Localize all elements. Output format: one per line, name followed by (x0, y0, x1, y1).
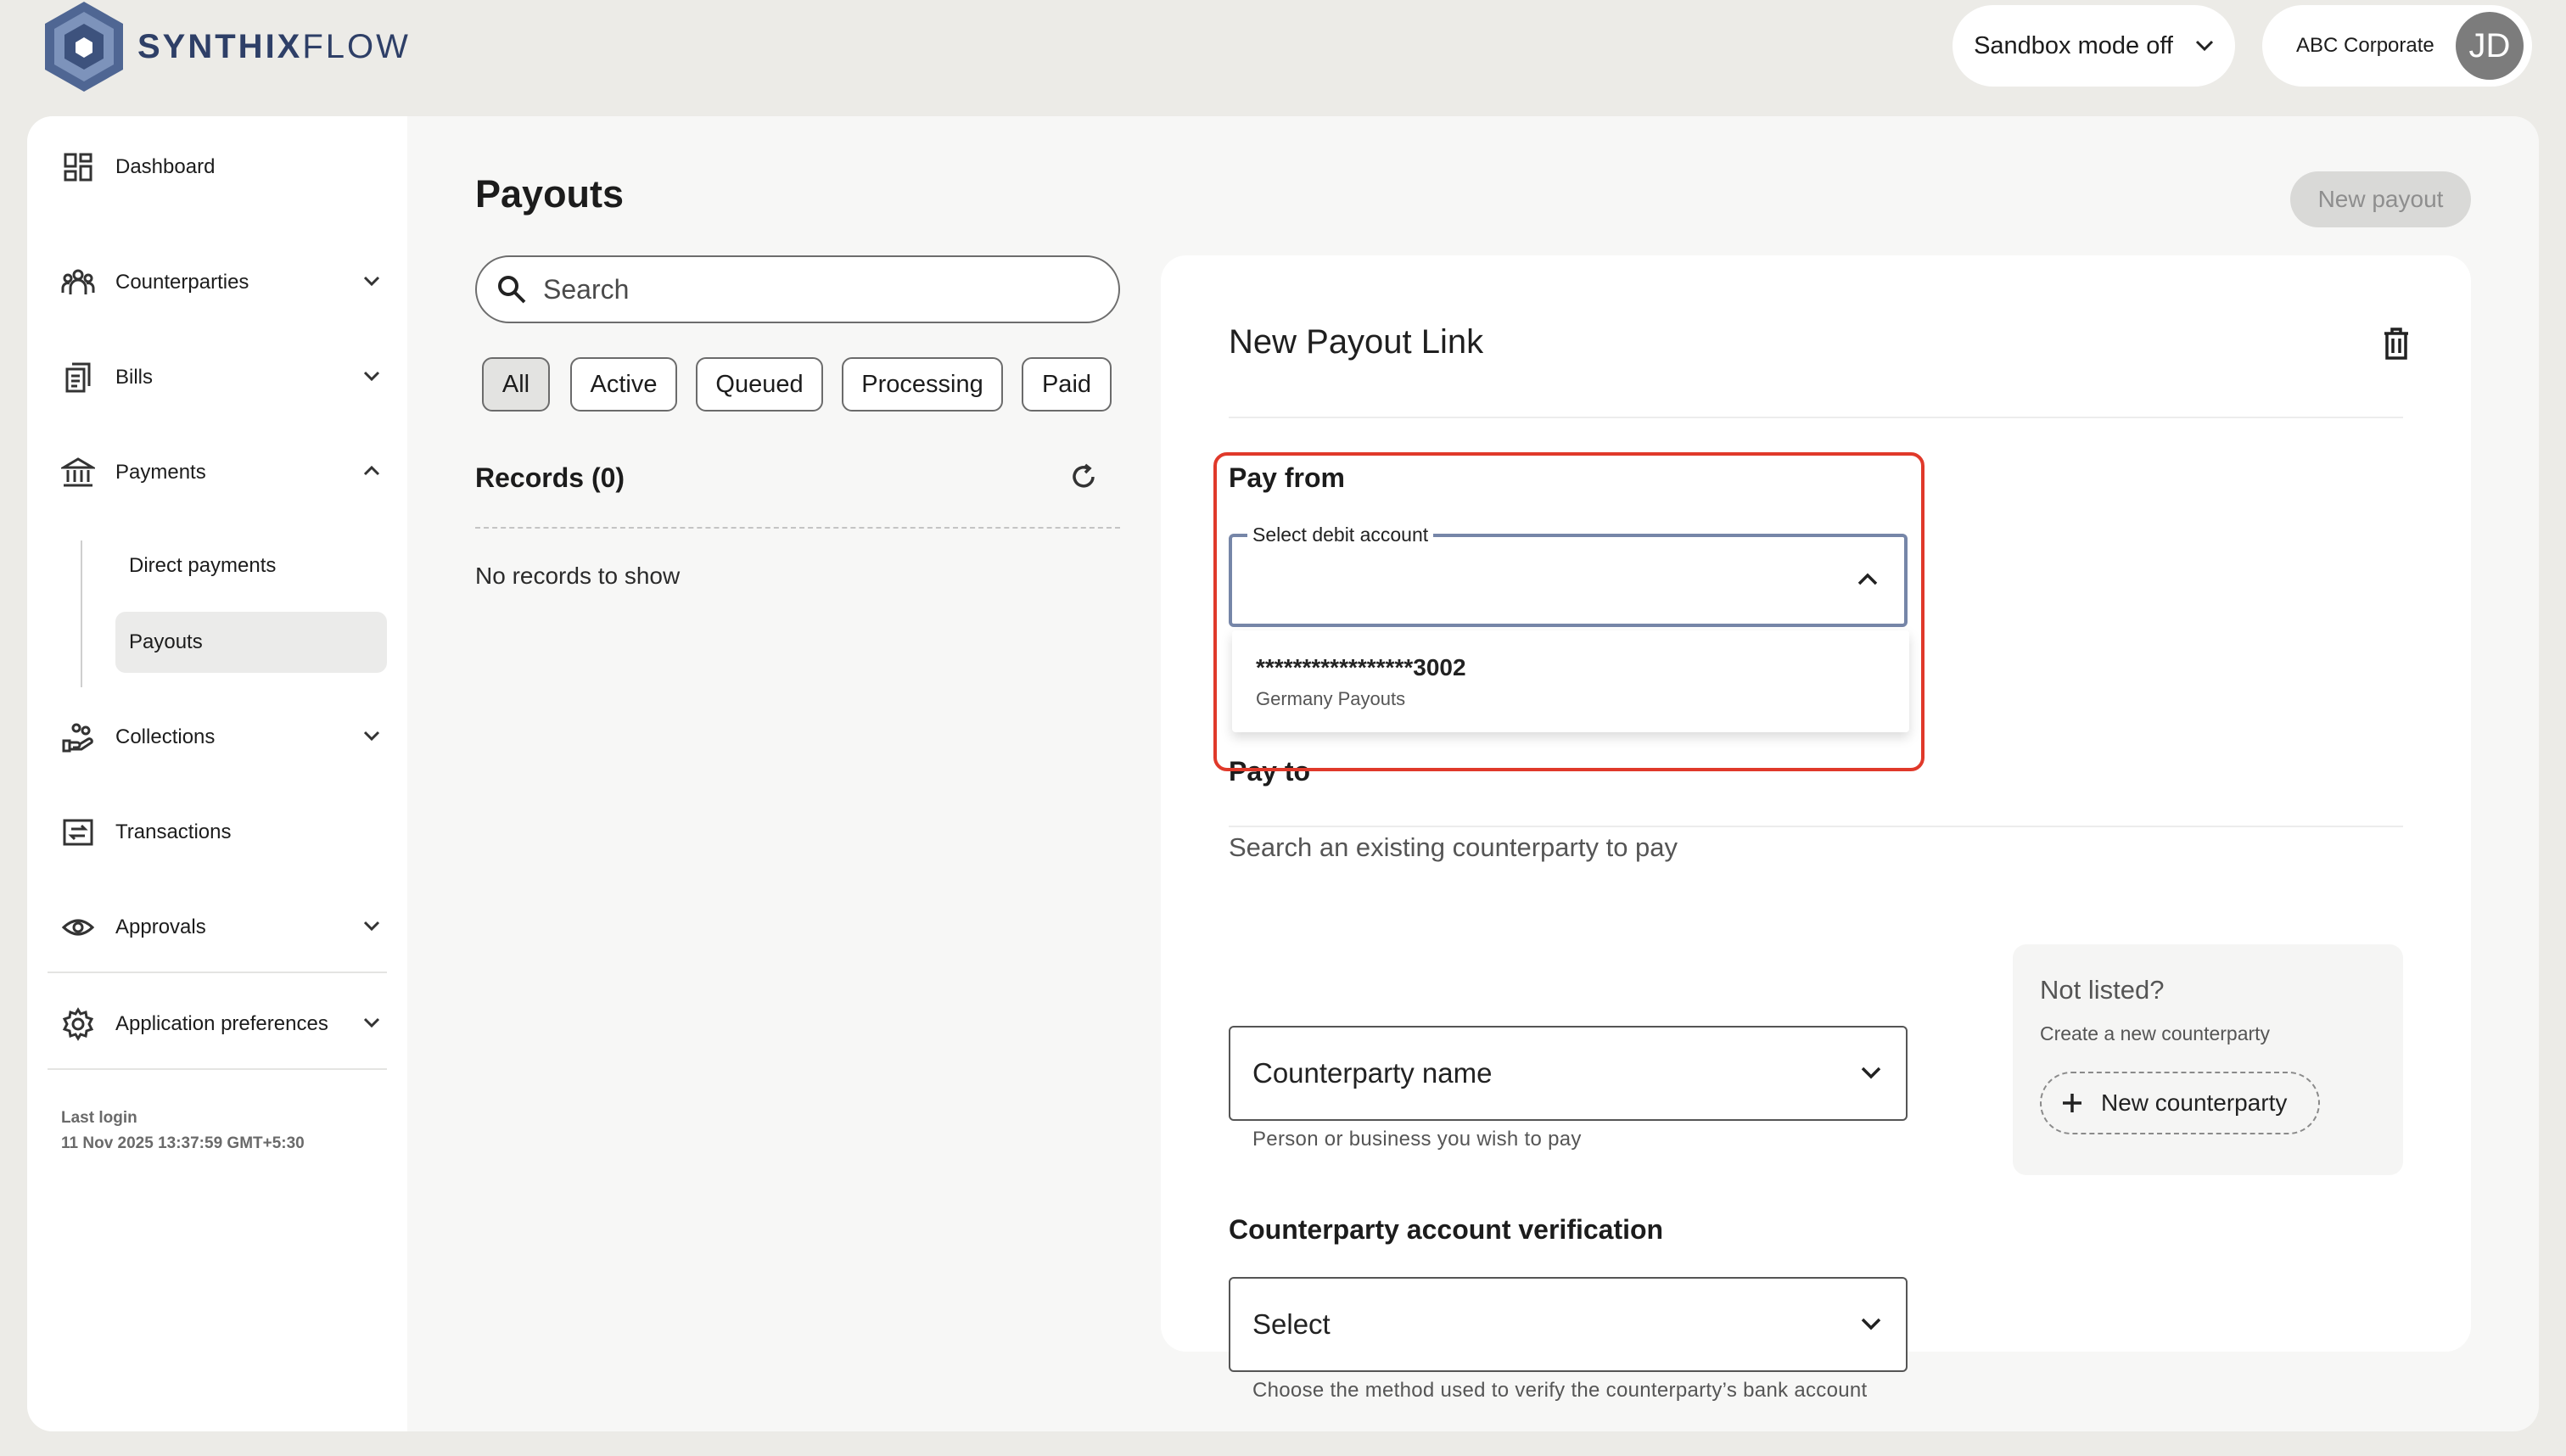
sidebar-item-label: Collections (115, 725, 216, 748)
bank-icon (61, 457, 95, 487)
last-login-value: 11 Nov 2025 13:37:59 GMT+5:30 (61, 1134, 305, 1152)
new-payout-button[interactable]: New payout (2290, 171, 2471, 227)
chevron-down-icon (363, 921, 380, 932)
plus-icon (2063, 1094, 2081, 1112)
last-login: Last login 11 Nov 2025 13:37:59 GMT+5:30 (61, 1106, 305, 1156)
panel-divider (1229, 417, 2403, 418)
not-listed-card: Not listed? Create a new counterparty Ne… (2013, 944, 2403, 1175)
page-title: Payouts (475, 172, 625, 216)
sidebar: Dashboard Counterparties Bills Payments … (27, 116, 407, 1431)
new-payout-link-panel: New Payout Link Pay from Select debit ac… (1161, 255, 2471, 1402)
gear-icon (62, 1007, 94, 1041)
verification-help: Choose the method used to verify the cou… (1252, 1379, 1868, 1402)
chevron-down-icon (363, 731, 380, 742)
brand-name: SYNTHIXFLOW (137, 27, 411, 65)
filter-chip-all[interactable]: All (482, 357, 550, 412)
sidebar-item-counterparties[interactable]: Counterparties (61, 257, 384, 308)
sandbox-mode-dropdown[interactable]: Sandbox mode off (1953, 5, 2235, 87)
counterparty-help: Person or business you wish to pay (1252, 1128, 1582, 1151)
chevron-down-icon (1861, 1067, 1881, 1079)
empty-state-text: No records to show (475, 563, 681, 589)
sidebar-item-application-preferences[interactable]: Application preferences (61, 999, 384, 1050)
chevron-down-icon (1861, 1318, 1881, 1330)
chevron-down-icon (2195, 40, 2213, 52)
sidebar-item-label: Counterparties (115, 271, 249, 294)
chevron-down-icon (363, 371, 380, 382)
sidebar-item-label: Bills (115, 366, 154, 389)
panel-divider (1229, 826, 2403, 827)
hexagon-logo-icon (45, 2, 123, 92)
account-name: ABC Corporate (2296, 34, 2434, 57)
filter-chip-active[interactable]: Active (570, 357, 677, 412)
filter-chip-processing[interactable]: Processing (842, 357, 1003, 412)
sidebar-divider (48, 1068, 387, 1070)
trash-icon[interactable] (2378, 325, 2415, 362)
sandbox-label: Sandbox mode off (1974, 31, 2173, 59)
hand-coins-icon (62, 723, 93, 753)
new-counterparty-button[interactable]: New counterparty (2040, 1072, 2320, 1134)
verification-label: Counterparty account verification (1229, 1214, 1664, 1245)
filter-chip-paid[interactable]: Paid (1022, 357, 1112, 412)
sidebar-item-payments[interactable]: Payments (61, 447, 384, 498)
app-shell: Dashboard Counterparties Bills Payments … (27, 116, 2539, 1431)
counterparty-select[interactable]: Counterparty name (1229, 1026, 1908, 1121)
chevron-up-icon (363, 465, 380, 476)
last-login-label: Last login (61, 1109, 137, 1127)
sidebar-divider (48, 972, 387, 973)
brand-logo[interactable]: SYNTHIXFLOW (37, 0, 411, 93)
verification-select[interactable]: Select (1229, 1277, 1908, 1372)
new-counterparty-label: New counterparty (2101, 1089, 2288, 1116)
submenu-line (81, 540, 82, 687)
records-count: Records (0) (475, 462, 625, 493)
transfer-icon (63, 819, 93, 846)
bills-icon (65, 362, 91, 393)
search-placeholder: Search (543, 273, 630, 305)
not-listed-subtitle: Create a new counterparty (2040, 1022, 2271, 1044)
sidebar-item-bills[interactable]: Bills (61, 352, 384, 403)
users-icon (61, 269, 95, 294)
panel-title: New Payout Link (1229, 323, 1484, 361)
verification-placeholder: Select (1252, 1308, 1331, 1340)
dashboard-icon (64, 153, 92, 182)
sidebar-item-label: Approvals (115, 916, 206, 938)
records-divider (475, 527, 1120, 529)
search-input[interactable]: Search (475, 255, 1120, 323)
sidebar-subitem-direct-payments[interactable]: Direct payments (115, 535, 387, 596)
pay-to-hint: Search an existing counterparty to pay (1229, 832, 1678, 862)
sidebar-item-approvals[interactable]: Approvals (61, 902, 384, 953)
sidebar-item-label: Dashboard (115, 155, 216, 178)
sidebar-item-dashboard[interactable]: Dashboard (61, 142, 384, 193)
sidebar-item-transactions[interactable]: Transactions (61, 807, 384, 858)
refresh-icon[interactable] (1069, 462, 1098, 491)
account-menu[interactable]: ABC Corporate JD (2262, 5, 2532, 87)
sidebar-item-label: Transactions (115, 820, 232, 843)
chevron-down-icon (363, 276, 380, 287)
sidebar-item-collections[interactable]: Collections (61, 712, 384, 763)
sidebar-subitem-payouts[interactable]: Payouts (115, 612, 387, 673)
filter-chip-queued[interactable]: Queued (696, 357, 823, 412)
search-icon (498, 276, 526, 304)
eye-icon (61, 919, 95, 936)
avatar[interactable]: JD (2456, 12, 2524, 80)
sidebar-item-label: Payments (115, 461, 206, 484)
focus-highlight-box (1213, 452, 1924, 771)
sidebar-item-label: Application preferences (115, 1012, 328, 1035)
not-listed-title: Not listed? (2040, 975, 2165, 1005)
counterparty-placeholder: Counterparty name (1252, 1057, 1493, 1089)
chevron-down-icon (363, 1017, 380, 1028)
